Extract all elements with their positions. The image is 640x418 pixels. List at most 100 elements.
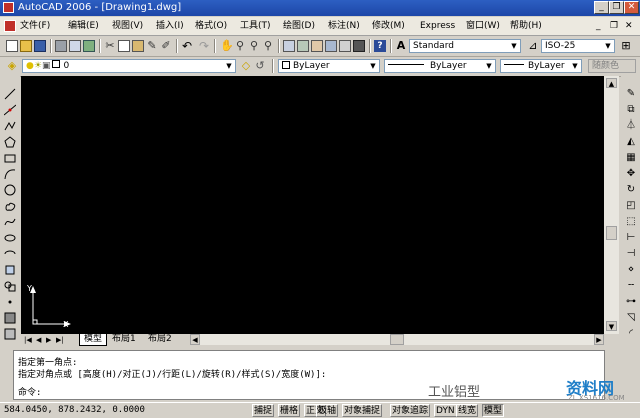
scroll-down-icon[interactable]: ▼ [606, 321, 617, 331]
text-style-select[interactable]: Standard ▼ [409, 39, 521, 53]
layer-previous-icon[interactable]: ↺ [254, 60, 266, 72]
menu-express[interactable]: Express [420, 19, 455, 33]
tab-layout1[interactable]: 布局1 [109, 334, 139, 345]
arc-icon[interactable] [4, 168, 16, 180]
circle-icon[interactable] [4, 184, 16, 196]
point-icon[interactable] [4, 296, 16, 308]
tab-last-icon[interactable]: ▶| [56, 335, 64, 345]
publish-icon[interactable] [83, 40, 95, 52]
tab-first-icon[interactable]: |◀ [24, 335, 32, 345]
grid-toggle[interactable]: 栅格 [278, 404, 301, 417]
scroll-up-icon[interactable]: ▲ [606, 78, 617, 88]
menu-file[interactable]: 文件(F) [20, 19, 50, 33]
dim-style-select[interactable]: ISO-25 ▼ [541, 39, 615, 53]
zoom-realtime-icon[interactable]: ⚲ [234, 40, 246, 52]
offset-icon[interactable]: ◭ [625, 136, 637, 148]
plot-icon[interactable] [55, 40, 67, 52]
tab-next-icon[interactable]: ▶ [46, 335, 51, 345]
polyline-icon[interactable] [4, 120, 16, 132]
restore-button[interactable]: ❐ [609, 1, 624, 14]
break-icon[interactable]: ╌ [625, 280, 637, 292]
array-icon[interactable]: ▦ [625, 152, 637, 164]
move-icon[interactable]: ✥ [625, 168, 637, 180]
lineweight-select[interactable]: ByLayer ▼ [500, 59, 582, 73]
copy-icon[interactable] [118, 40, 130, 52]
menu-format[interactable]: 格式(O) [195, 19, 227, 33]
scale-icon[interactable]: ◰ [625, 200, 637, 212]
paste-icon[interactable] [132, 40, 144, 52]
copy-object-icon[interactable]: ⧉ [625, 104, 637, 116]
rectangle-icon[interactable] [4, 152, 16, 164]
otrack-toggle[interactable]: 对象追踪 [390, 404, 431, 417]
cut-icon[interactable]: ✂ [104, 40, 116, 52]
color-select[interactable]: ByLayer ▼ [278, 59, 380, 73]
zoom-window-icon[interactable]: ⚲ [248, 40, 260, 52]
match-properties-icon[interactable]: ✎ [146, 40, 158, 52]
stretch-icon[interactable]: ⬚ [625, 216, 637, 228]
osnap-toggle[interactable]: 对象捕捉 [342, 404, 383, 417]
snap-toggle[interactable]: 捕捉 [252, 404, 275, 417]
doc-minimize-button[interactable]: _ [596, 19, 601, 33]
dyn-toggle[interactable]: DYN [434, 404, 457, 417]
pan-icon[interactable]: ✋ [220, 40, 234, 52]
tool-palettes-icon[interactable] [311, 40, 323, 52]
autocad-app-icon[interactable] [3, 2, 14, 13]
polygon-icon[interactable] [4, 136, 16, 148]
ellipse-icon[interactable] [4, 232, 16, 244]
command-prompt[interactable]: 命令: [18, 385, 41, 398]
menu-help[interactable]: 帮助(H) [510, 19, 542, 33]
rotate-icon[interactable]: ↻ [625, 184, 637, 196]
menu-dimension[interactable]: 标注(N) [328, 19, 360, 33]
spline-icon[interactable] [4, 216, 16, 228]
vertical-scroll-thumb[interactable] [606, 226, 617, 240]
insert-block-icon[interactable] [4, 264, 16, 276]
menu-view[interactable]: 视图(V) [112, 19, 143, 33]
trim-icon[interactable]: ⊢ [625, 232, 637, 244]
model-toggle[interactable]: 模型 [482, 404, 505, 417]
sheet-set-icon[interactable] [325, 40, 337, 52]
menu-draw[interactable]: 绘图(D) [283, 19, 315, 33]
help-icon[interactable]: ? [374, 40, 386, 52]
horizontal-scroll-thumb[interactable] [390, 334, 404, 345]
erase-icon[interactable]: ✎ [625, 88, 637, 100]
drawing-area[interactable]: Y X [21, 76, 604, 334]
gradient-icon[interactable] [4, 328, 16, 340]
menu-insert[interactable]: 插入(I) [156, 19, 184, 33]
break-at-point-icon[interactable]: ⋄ [625, 264, 637, 276]
make-object-layer-current-icon[interactable]: ◇ [240, 60, 252, 72]
doc-close-button[interactable]: ✕ [625, 19, 633, 33]
make-block-icon[interactable] [4, 280, 16, 292]
chamfer-icon[interactable]: ◹ [625, 312, 637, 324]
quickcalc-icon[interactable] [353, 40, 365, 52]
properties-icon[interactable] [283, 40, 295, 52]
scroll-right-icon[interactable]: ▶ [594, 334, 604, 345]
minimize-button[interactable]: _ [594, 1, 609, 14]
save-icon[interactable] [34, 40, 46, 52]
menu-window[interactable]: 窗口(W) [466, 19, 500, 33]
close-button[interactable]: ✕ [624, 1, 639, 14]
join-icon[interactable]: ⊶ [625, 296, 637, 308]
lineweight-toggle[interactable]: 线宽 [456, 404, 479, 417]
revision-cloud-icon[interactable] [4, 200, 16, 212]
ellipse-arc-icon[interactable] [4, 248, 16, 260]
scroll-left-icon[interactable]: ◀ [190, 334, 200, 345]
document-icon[interactable] [4, 20, 16, 32]
fillet-icon[interactable]: ◜ [625, 328, 637, 340]
menu-edit[interactable]: 编辑(E) [68, 19, 99, 33]
tab-prev-icon[interactable]: ◀ [36, 335, 41, 345]
linetype-select[interactable]: ByLayer ▼ [384, 59, 496, 73]
coordinate-readout[interactable]: 584.0450, 878.2432, 0.0000 [4, 404, 145, 417]
redo-icon[interactable]: ↷ [198, 40, 210, 52]
line-icon[interactable] [4, 88, 16, 100]
menu-tools[interactable]: 工具(T) [240, 19, 271, 33]
tab-layout2[interactable]: 布局2 [145, 334, 175, 345]
new-icon[interactable] [6, 40, 18, 52]
vertical-scrollbar[interactable]: ▲ ▼ [604, 76, 619, 334]
open-icon[interactable] [20, 40, 32, 52]
command-window[interactable]: 指定第一角点: 指定对角点或 [高度(H)/对正(J)/行距(L)/旋转(R)/… [13, 350, 605, 400]
horizontal-scrollbar[interactable]: ◀ ▶ [190, 334, 604, 345]
menu-modify[interactable]: 修改(M) [372, 19, 405, 33]
markup-icon[interactable] [339, 40, 351, 52]
layer-select[interactable]: ●☀▣ 0 ▼ [22, 59, 236, 73]
design-center-icon[interactable] [297, 40, 309, 52]
